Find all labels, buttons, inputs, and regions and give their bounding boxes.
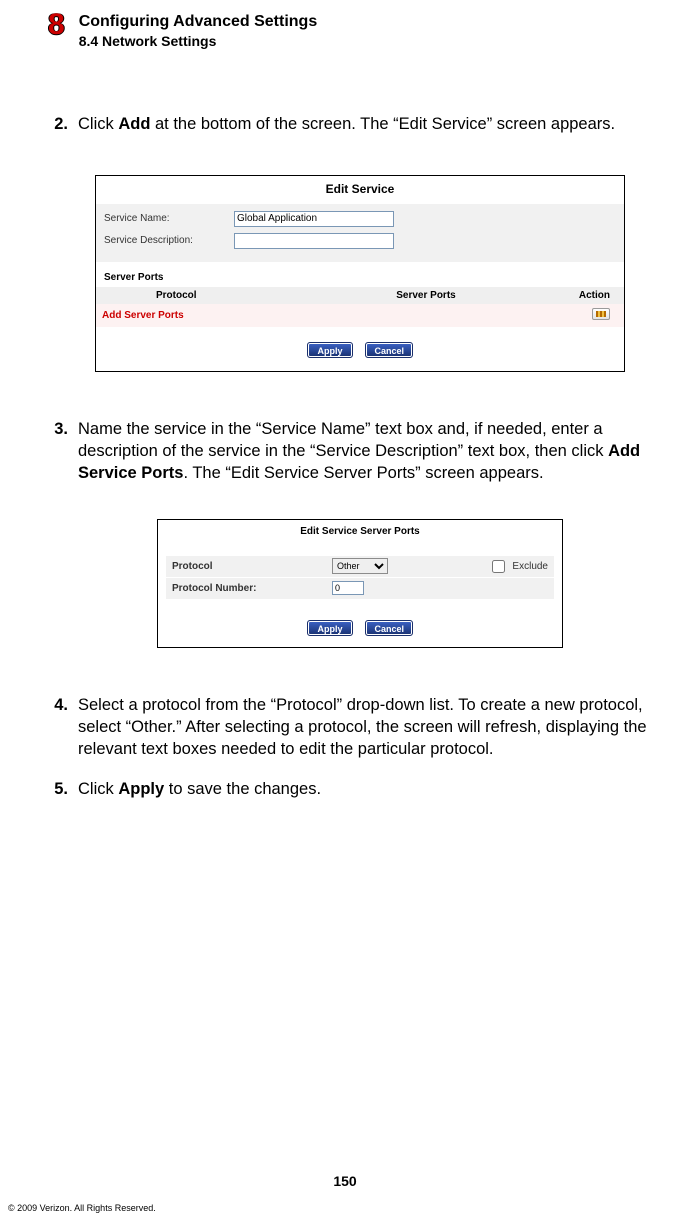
col-protocol: Protocol: [96, 287, 307, 304]
step-number: 4.: [48, 694, 68, 761]
add-icon[interactable]: [592, 308, 610, 320]
edit-service-screenshot: Edit Service Service Name: Service Descr…: [95, 175, 625, 372]
col-action: Action: [545, 287, 624, 304]
chapter-number: 8: [48, 10, 65, 40]
step-number: 3.: [48, 418, 68, 485]
step-text: Select a protocol from the “Protocol” dr…: [78, 694, 672, 761]
panel-title: Edit Service Server Ports: [158, 520, 562, 555]
page-number: 150: [0, 1173, 690, 1189]
protocol-number-input[interactable]: [332, 581, 364, 595]
step-bold: Apply: [118, 780, 164, 798]
step-4: 4. Select a protocol from the “Protocol”…: [48, 694, 672, 761]
edit-service-server-ports-screenshot: Edit Service Server Ports Protocol Other…: [157, 519, 563, 648]
exclude-label: Exclude: [512, 561, 548, 572]
cancel-button[interactable]: Cancel: [365, 620, 413, 636]
service-name-input[interactable]: [234, 211, 394, 227]
section-title: 8.4 Network Settings: [79, 33, 318, 51]
add-server-ports-label: Add Server Ports: [96, 304, 545, 327]
step-text: at the bottom of the screen. The “Edit S…: [150, 115, 615, 133]
exclude-checkbox-input[interactable]: [492, 560, 505, 573]
server-ports-heading: Server Ports: [96, 262, 624, 287]
copyright: © 2009 Verizon. All Rights Reserved.: [8, 1203, 156, 1213]
panel-title: Edit Service: [96, 176, 624, 204]
step-text: . The “Edit Service Server Ports” screen…: [183, 464, 543, 482]
service-description-input[interactable]: [234, 233, 394, 249]
service-name-label: Service Name:: [104, 213, 234, 224]
step-text: Name the service in the “Service Name” t…: [78, 420, 608, 460]
service-description-label: Service Description:: [104, 235, 234, 246]
step-2: 2. Click Add at the bottom of the screen…: [48, 113, 672, 135]
protocol-number-label: Protocol Number:: [172, 583, 332, 594]
protocol-select[interactable]: Other: [332, 558, 388, 574]
step-5: 5. Click Apply to save the changes.: [48, 778, 672, 800]
protocol-label: Protocol: [172, 561, 332, 572]
col-server-ports: Server Ports: [307, 287, 545, 304]
exclude-checkbox[interactable]: Exclude: [488, 557, 548, 576]
cancel-button[interactable]: Cancel: [365, 342, 413, 358]
step-number: 2.: [48, 113, 68, 135]
step-bold: Add: [118, 115, 150, 133]
step-text: Click: [78, 780, 118, 798]
add-server-ports-row[interactable]: Add Server Ports: [96, 304, 624, 327]
step-number: 5.: [48, 778, 68, 800]
apply-button[interactable]: Apply: [307, 620, 353, 636]
apply-button[interactable]: Apply: [307, 342, 353, 358]
step-text: Click: [78, 115, 118, 133]
step-3: 3. Name the service in the “Service Name…: [48, 418, 672, 485]
step-text: to save the changes.: [164, 780, 321, 798]
chapter-title: Configuring Advanced Settings: [79, 12, 318, 32]
table-header-row: Protocol Server Ports Action: [96, 287, 624, 304]
